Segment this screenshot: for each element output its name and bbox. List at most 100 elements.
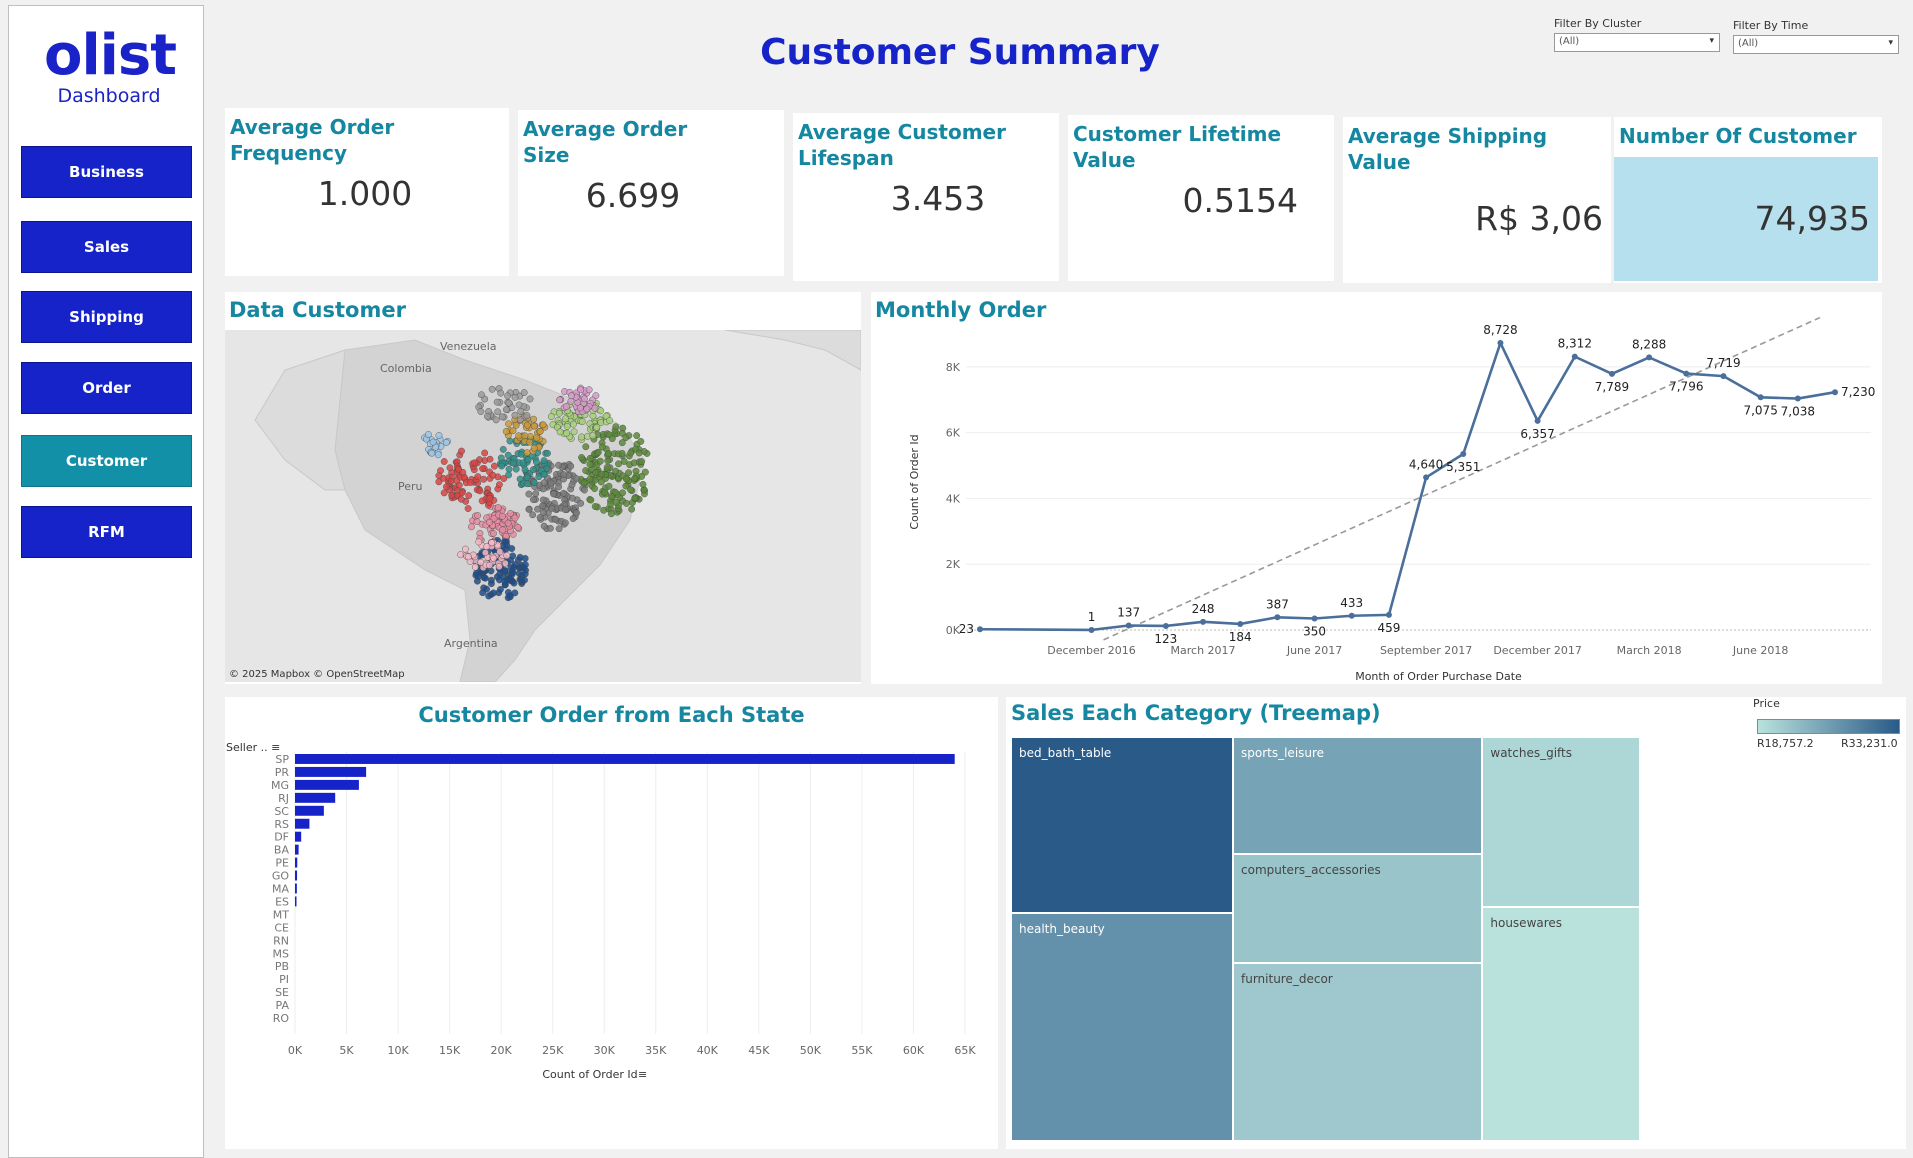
- state-bar-chart[interactable]: 0K 5K 10K 15K 20K 25K 30K 35K 40K 45K 50K 55K 60K 65K…: [225, 697, 998, 1149]
- monthly-order-chart[interactable]: 0K2K4K6K8KCount of Order IdDecember 2016…: [871, 292, 1882, 684]
- map-customer-dot: [526, 438, 534, 446]
- treemap-cell[interactable]: sports_leisure: [1233, 737, 1483, 855]
- data-point: [1311, 615, 1318, 622]
- map-customer-dot: [486, 494, 494, 502]
- map-customer-dot: [620, 458, 628, 465]
- map-customer-dot: [443, 483, 450, 491]
- category-label: PR: [275, 766, 290, 779]
- map-customer-dot: [560, 471, 568, 479]
- map-customer-dot: [611, 488, 619, 496]
- map-customer-dot: [474, 473, 482, 481]
- map-customer-dot: [535, 473, 543, 481]
- bar: [295, 883, 297, 894]
- category-label: DF: [274, 831, 289, 844]
- data-point: [1497, 339, 1504, 346]
- map-customer-dot: [600, 506, 608, 514]
- x-tick-label: 5K: [339, 1044, 354, 1057]
- bar: [295, 844, 299, 855]
- treemap-cell[interactable]: bed_bath_table: [1011, 737, 1233, 913]
- map-customer-dot: [462, 545, 469, 553]
- nav-rfm-button[interactable]: RFM: [21, 506, 192, 558]
- map-customer-dot: [547, 479, 555, 487]
- map-customer-dot: [560, 489, 567, 497]
- nav-business-button[interactable]: Business: [21, 146, 192, 198]
- map-customer-dot: [562, 403, 570, 410]
- map-customer-dot: [601, 489, 609, 496]
- data-label: 433: [1340, 596, 1363, 610]
- data-point: [1125, 622, 1132, 629]
- map-customer-dot: [593, 423, 601, 431]
- map-customer-dot: [591, 503, 599, 510]
- data-point: [1720, 373, 1727, 380]
- treemap-cell[interactable]: furniture_decor: [1233, 963, 1483, 1141]
- filter-time-select[interactable]: (All) ▾: [1733, 35, 1899, 54]
- map-customer-dot: [603, 464, 611, 471]
- map-customer-dot: [591, 404, 599, 412]
- map-customer-dot: [555, 525, 563, 533]
- map-customer-dot: [468, 523, 475, 531]
- map-customer-dot: [539, 485, 547, 493]
- data-label: 459: [1377, 621, 1400, 635]
- filter-cluster-select[interactable]: (All) ▾: [1554, 33, 1720, 52]
- map-customer-dot: [517, 576, 525, 584]
- map-customer-dot: [555, 483, 563, 491]
- category-label: ES: [275, 895, 289, 908]
- treemap-cell[interactable]: health_beauty: [1011, 912, 1233, 1141]
- y-tick-label: 4K: [946, 492, 961, 505]
- map-customer-dot: [503, 552, 511, 559]
- x-axis-label: Month of Order Purchase Date: [1355, 670, 1522, 683]
- treemap-cell[interactable]: computers_accessories: [1233, 854, 1483, 964]
- map-customer-dot: [446, 464, 454, 472]
- map-customer-dot: [622, 475, 630, 483]
- customer-map[interactable]: Venezuela Colombia Peru Argentina © 2025…: [225, 330, 861, 682]
- treemap-cell[interactable]: watches_gifts: [1482, 737, 1640, 907]
- map-customer-dot: [508, 545, 516, 552]
- x-tick-label: 50K: [800, 1044, 822, 1057]
- treemap-cell[interactable]: housewares: [1482, 906, 1640, 1141]
- map-customer-dot: [440, 458, 448, 465]
- map-customer-dot: [568, 494, 576, 502]
- data-label: 7,719: [1706, 356, 1740, 370]
- map-customer-dot: [481, 549, 489, 557]
- map-customer-dot: [592, 469, 600, 477]
- map-customer-dot: [598, 470, 605, 478]
- nav-customer-button[interactable]: Customer: [21, 435, 192, 487]
- map-customer-dot: [481, 574, 489, 582]
- map-customer-dot: [570, 420, 577, 428]
- state-order-panel: Customer Order from Each State Seller ..…: [225, 697, 998, 1149]
- map-customer-dot: [476, 487, 484, 495]
- map-customer-dot: [533, 434, 541, 442]
- treemap-cell-label: sports_leisure: [1241, 746, 1325, 760]
- data-label: 7,796: [1669, 380, 1703, 394]
- map-customer-dot: [517, 450, 525, 458]
- x-tick-label: March 2017: [1171, 644, 1236, 657]
- map-customer-dot: [511, 394, 519, 401]
- map-customer-dot: [494, 408, 502, 416]
- map-customer-dot: [529, 466, 537, 474]
- map-customer-dot: [550, 490, 557, 498]
- treemap[interactable]: bed_bath_table health_beauty sports_leisur…: [1011, 737, 1751, 1141]
- map-customer-dot: [523, 480, 531, 488]
- filter-time-value: (All): [1738, 38, 1759, 49]
- data-point: [1348, 612, 1355, 619]
- map-customer-dot: [556, 396, 563, 404]
- map-customer-dot: [474, 512, 482, 519]
- map-canvas: Venezuela Colombia Peru Argentina: [225, 330, 861, 682]
- map-panel-title: Data Customer: [229, 298, 406, 322]
- x-tick-label: December 2016: [1047, 644, 1136, 657]
- map-customer-dot: [631, 475, 639, 482]
- treemap-panel-title: Sales Each Category (Treemap): [1011, 701, 1381, 725]
- kpi-title: Average Order Size: [523, 117, 688, 167]
- map-customer-dot: [517, 408, 525, 415]
- map-customer-dot: [618, 449, 626, 457]
- bar: [295, 792, 336, 803]
- nav-sales-button[interactable]: Sales: [21, 221, 192, 273]
- data-point: [1088, 626, 1095, 633]
- bar: [295, 870, 298, 881]
- map-customer-dot: [497, 585, 504, 593]
- nav-shipping-button[interactable]: Shipping: [21, 291, 192, 343]
- legend-gradient: [1757, 719, 1900, 734]
- map-customer-dot: [525, 490, 533, 498]
- nav-order-button[interactable]: Order: [21, 362, 192, 414]
- data-point: [1534, 417, 1541, 424]
